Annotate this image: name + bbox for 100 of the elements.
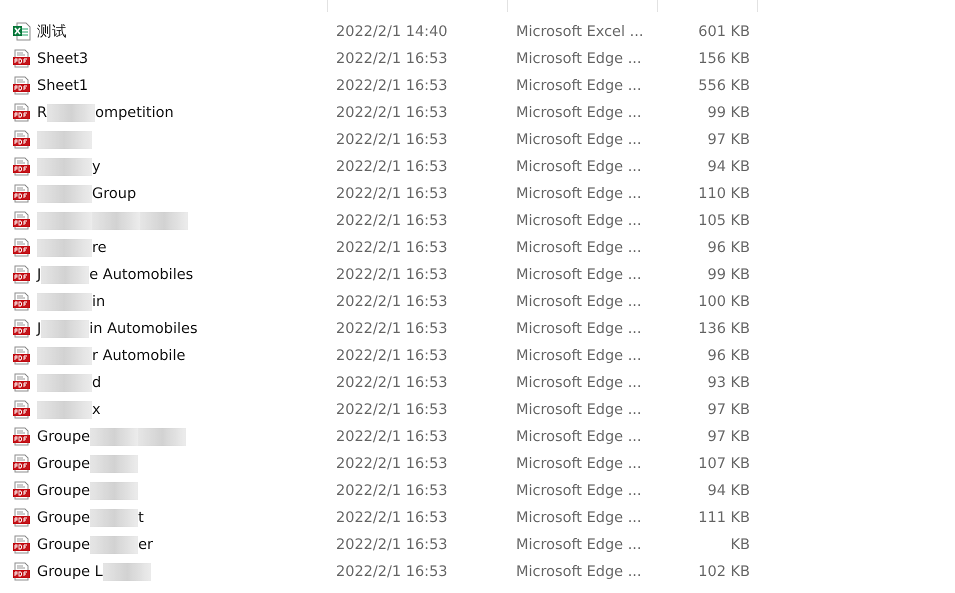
file-name[interactable]: r Automobile <box>92 348 186 364</box>
file-name[interactable]: Sheet3 <box>37 50 88 66</box>
date-modified: 2022/2/1 16:53 <box>335 50 449 66</box>
file-name[interactable]: R <box>37 104 48 120</box>
file-size: 99 KB <box>706 104 750 120</box>
date-modified: 2022/2/1 16:53 <box>335 294 449 310</box>
spreadsheet-file-icon <box>12 22 31 41</box>
file-type: Microsoft Edge ... <box>515 374 643 390</box>
pdf-file-icon <box>12 157 31 176</box>
pdf-file-icon <box>12 103 31 122</box>
file-size: 111 KB <box>697 510 750 526</box>
file-size: 94 KB <box>706 482 750 498</box>
pdf-file-icon <box>12 400 31 419</box>
file-name[interactable]: J <box>37 266 42 282</box>
file-name[interactable]: Groupe <box>37 428 90 444</box>
file-name[interactable]: Group <box>92 186 136 202</box>
redaction-block <box>47 104 96 122</box>
file-type: Microsoft Edge ... <box>515 132 643 148</box>
file-size: 102 KB <box>697 564 750 580</box>
file-size: 556 KB <box>697 78 750 94</box>
file-size: 93 KB <box>706 374 750 390</box>
redaction-block <box>37 400 92 418</box>
file-type: Microsoft Edge ... <box>515 536 643 552</box>
date-modified: 2022/2/1 16:53 <box>335 266 449 282</box>
pdf-file-icon <box>12 184 31 203</box>
pdf-file-icon <box>12 292 31 311</box>
redaction-block <box>37 374 92 392</box>
pdf-file-icon <box>12 130 31 149</box>
file-name[interactable]: y <box>92 158 101 174</box>
file-name[interactable]: ompetition <box>95 104 174 120</box>
date-modified: 2022/2/1 16:53 <box>335 212 449 228</box>
file-type: Microsoft Edge ... <box>515 266 643 282</box>
file-type: Microsoft Edge ... <box>515 78 643 94</box>
date-modified: 2022/2/1 16:53 <box>335 320 449 336</box>
redaction-block <box>37 238 92 256</box>
pdf-file-icon <box>12 373 31 392</box>
file-name[interactable]: d <box>92 374 102 390</box>
date-modified: 2022/2/1 14:40 <box>335 24 449 40</box>
pdf-file-icon <box>12 481 31 500</box>
file-size: 601 KB <box>697 24 750 40</box>
file-name[interactable]: in <box>92 294 106 310</box>
date-modified: 2022/2/1 16:53 <box>335 536 449 552</box>
redaction-block <box>140 212 188 230</box>
file-name[interactable]: e Automobiles <box>89 266 194 282</box>
file-name[interactable]: Groupe <box>37 510 90 526</box>
file-size: 100 KB <box>697 294 750 310</box>
pdf-file-icon <box>12 238 31 257</box>
file-name[interactable]: t <box>138 510 144 526</box>
date-modified: 2022/2/1 16:53 <box>335 104 449 120</box>
file-name[interactable]: Groupe <box>37 536 90 552</box>
redaction-block <box>102 562 151 580</box>
file-type: Microsoft Edge ... <box>515 402 643 418</box>
file-type: Microsoft Edge ... <box>515 320 643 336</box>
date-modified: 2022/2/1 16:53 <box>335 348 449 364</box>
file-name[interactable]: Groupe <box>37 482 90 498</box>
redaction-block <box>90 536 138 554</box>
file-size: 94 KB <box>706 158 750 174</box>
date-modified: 2022/2/1 16:53 <box>335 428 449 444</box>
file-size: KB <box>730 536 750 552</box>
date-modified: 2022/2/1 16:53 <box>335 240 449 256</box>
file-type: Microsoft Edge ... <box>515 158 643 174</box>
file-type: Microsoft Edge ... <box>515 456 643 472</box>
redaction-block <box>41 266 90 284</box>
file-size: 107 KB <box>697 456 750 472</box>
pdf-file-icon <box>12 562 31 581</box>
file-name[interactable]: Sheet1 <box>37 78 88 94</box>
date-modified: 2022/2/1 16:53 <box>335 186 449 202</box>
date-modified: 2022/2/1 16:53 <box>335 374 449 390</box>
file-type: Microsoft Excel ... <box>515 24 644 40</box>
file-type: Microsoft Edge ... <box>515 50 643 66</box>
file-name[interactable]: Groupe <box>37 456 90 472</box>
file-type: Microsoft Edge ... <box>515 212 643 228</box>
redaction-block <box>37 130 92 148</box>
redaction-block <box>37 158 92 176</box>
date-modified: 2022/2/1 16:53 <box>335 158 449 174</box>
date-modified: 2022/2/1 16:53 <box>335 482 449 498</box>
redaction-block <box>90 454 138 472</box>
file-size: 99 KB <box>706 266 750 282</box>
pdf-file-icon <box>12 211 31 230</box>
redaction-block <box>37 346 92 364</box>
pdf-file-icon <box>12 319 31 338</box>
file-name[interactable]: re <box>92 240 107 256</box>
pdf-file-icon <box>12 346 31 365</box>
file-size: 105 KB <box>697 212 750 228</box>
redaction-block <box>37 292 92 310</box>
file-type: Microsoft Edge ... <box>515 104 643 120</box>
file-type: Microsoft Edge ... <box>515 240 643 256</box>
file-name[interactable]: x <box>92 402 101 418</box>
pdf-file-icon <box>12 49 31 68</box>
file-name[interactable]: J <box>37 320 42 336</box>
redaction-block <box>90 508 138 526</box>
pdf-file-icon <box>12 427 31 446</box>
file-size: 96 KB <box>706 240 750 256</box>
file-name[interactable]: in Automobiles <box>89 320 198 336</box>
file-name[interactable]: 测试 <box>37 22 67 41</box>
date-modified: 2022/2/1 16:53 <box>335 510 449 526</box>
pdf-file-icon <box>12 265 31 284</box>
file-name[interactable]: er <box>138 536 153 552</box>
file-name[interactable]: Groupe L <box>37 564 103 580</box>
date-modified: 2022/2/1 16:53 <box>335 564 449 580</box>
